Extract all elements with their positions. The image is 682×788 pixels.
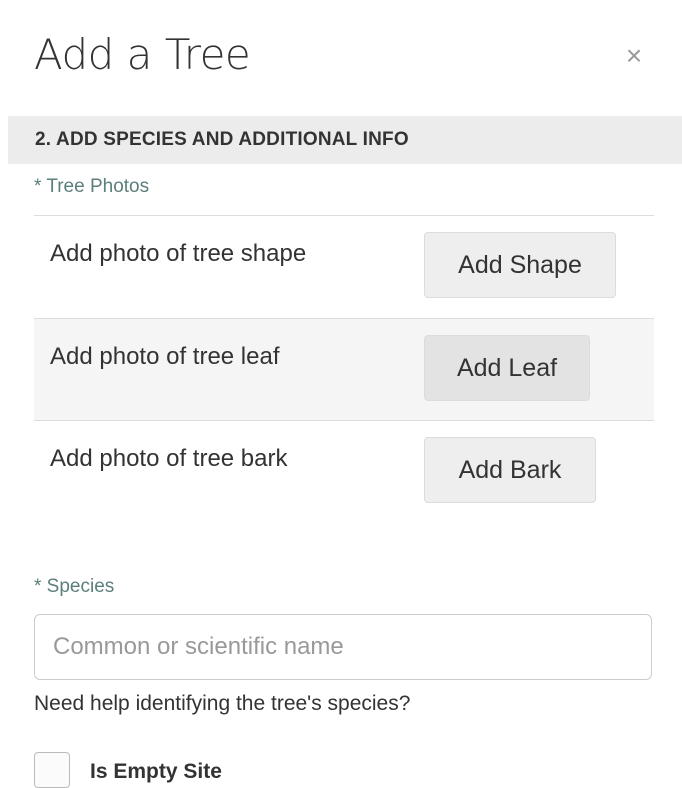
add-leaf-button[interactable]: Add Leaf bbox=[424, 335, 590, 401]
empty-site-checkbox[interactable] bbox=[34, 752, 70, 788]
species-label: * Species bbox=[34, 576, 115, 597]
tree-photos-label: * Tree Photos bbox=[34, 176, 150, 197]
photo-prompt-bark: Add photo of tree bark bbox=[50, 445, 288, 472]
add-bark-button[interactable]: Add Bark bbox=[424, 437, 596, 503]
photo-prompt-shape: Add photo of tree shape bbox=[50, 240, 307, 267]
section-heading: 2. ADD SPECIES AND ADDITIONAL INFO bbox=[35, 129, 409, 150]
photo-row-bark: Add photo of tree bark Add Bark bbox=[34, 421, 654, 523]
photo-prompt-leaf: Add photo of tree leaf bbox=[50, 343, 280, 370]
section-header: 2. ADD SPECIES AND ADDITIONAL INFO bbox=[8, 116, 682, 164]
species-input[interactable] bbox=[34, 614, 652, 680]
add-shape-button[interactable]: Add Shape bbox=[424, 232, 616, 298]
empty-site-label: Is Empty Site bbox=[90, 760, 222, 783]
photo-row-leaf: Add photo of tree leaf Add Leaf bbox=[34, 319, 654, 421]
species-help-link[interactable]: Need help identifying the tree's species… bbox=[34, 692, 410, 716]
photo-row-shape: Add photo of tree shape Add Shape bbox=[34, 216, 654, 318]
close-icon[interactable]: × bbox=[620, 42, 648, 70]
dialog-title: Add a Tree bbox=[34, 30, 251, 79]
